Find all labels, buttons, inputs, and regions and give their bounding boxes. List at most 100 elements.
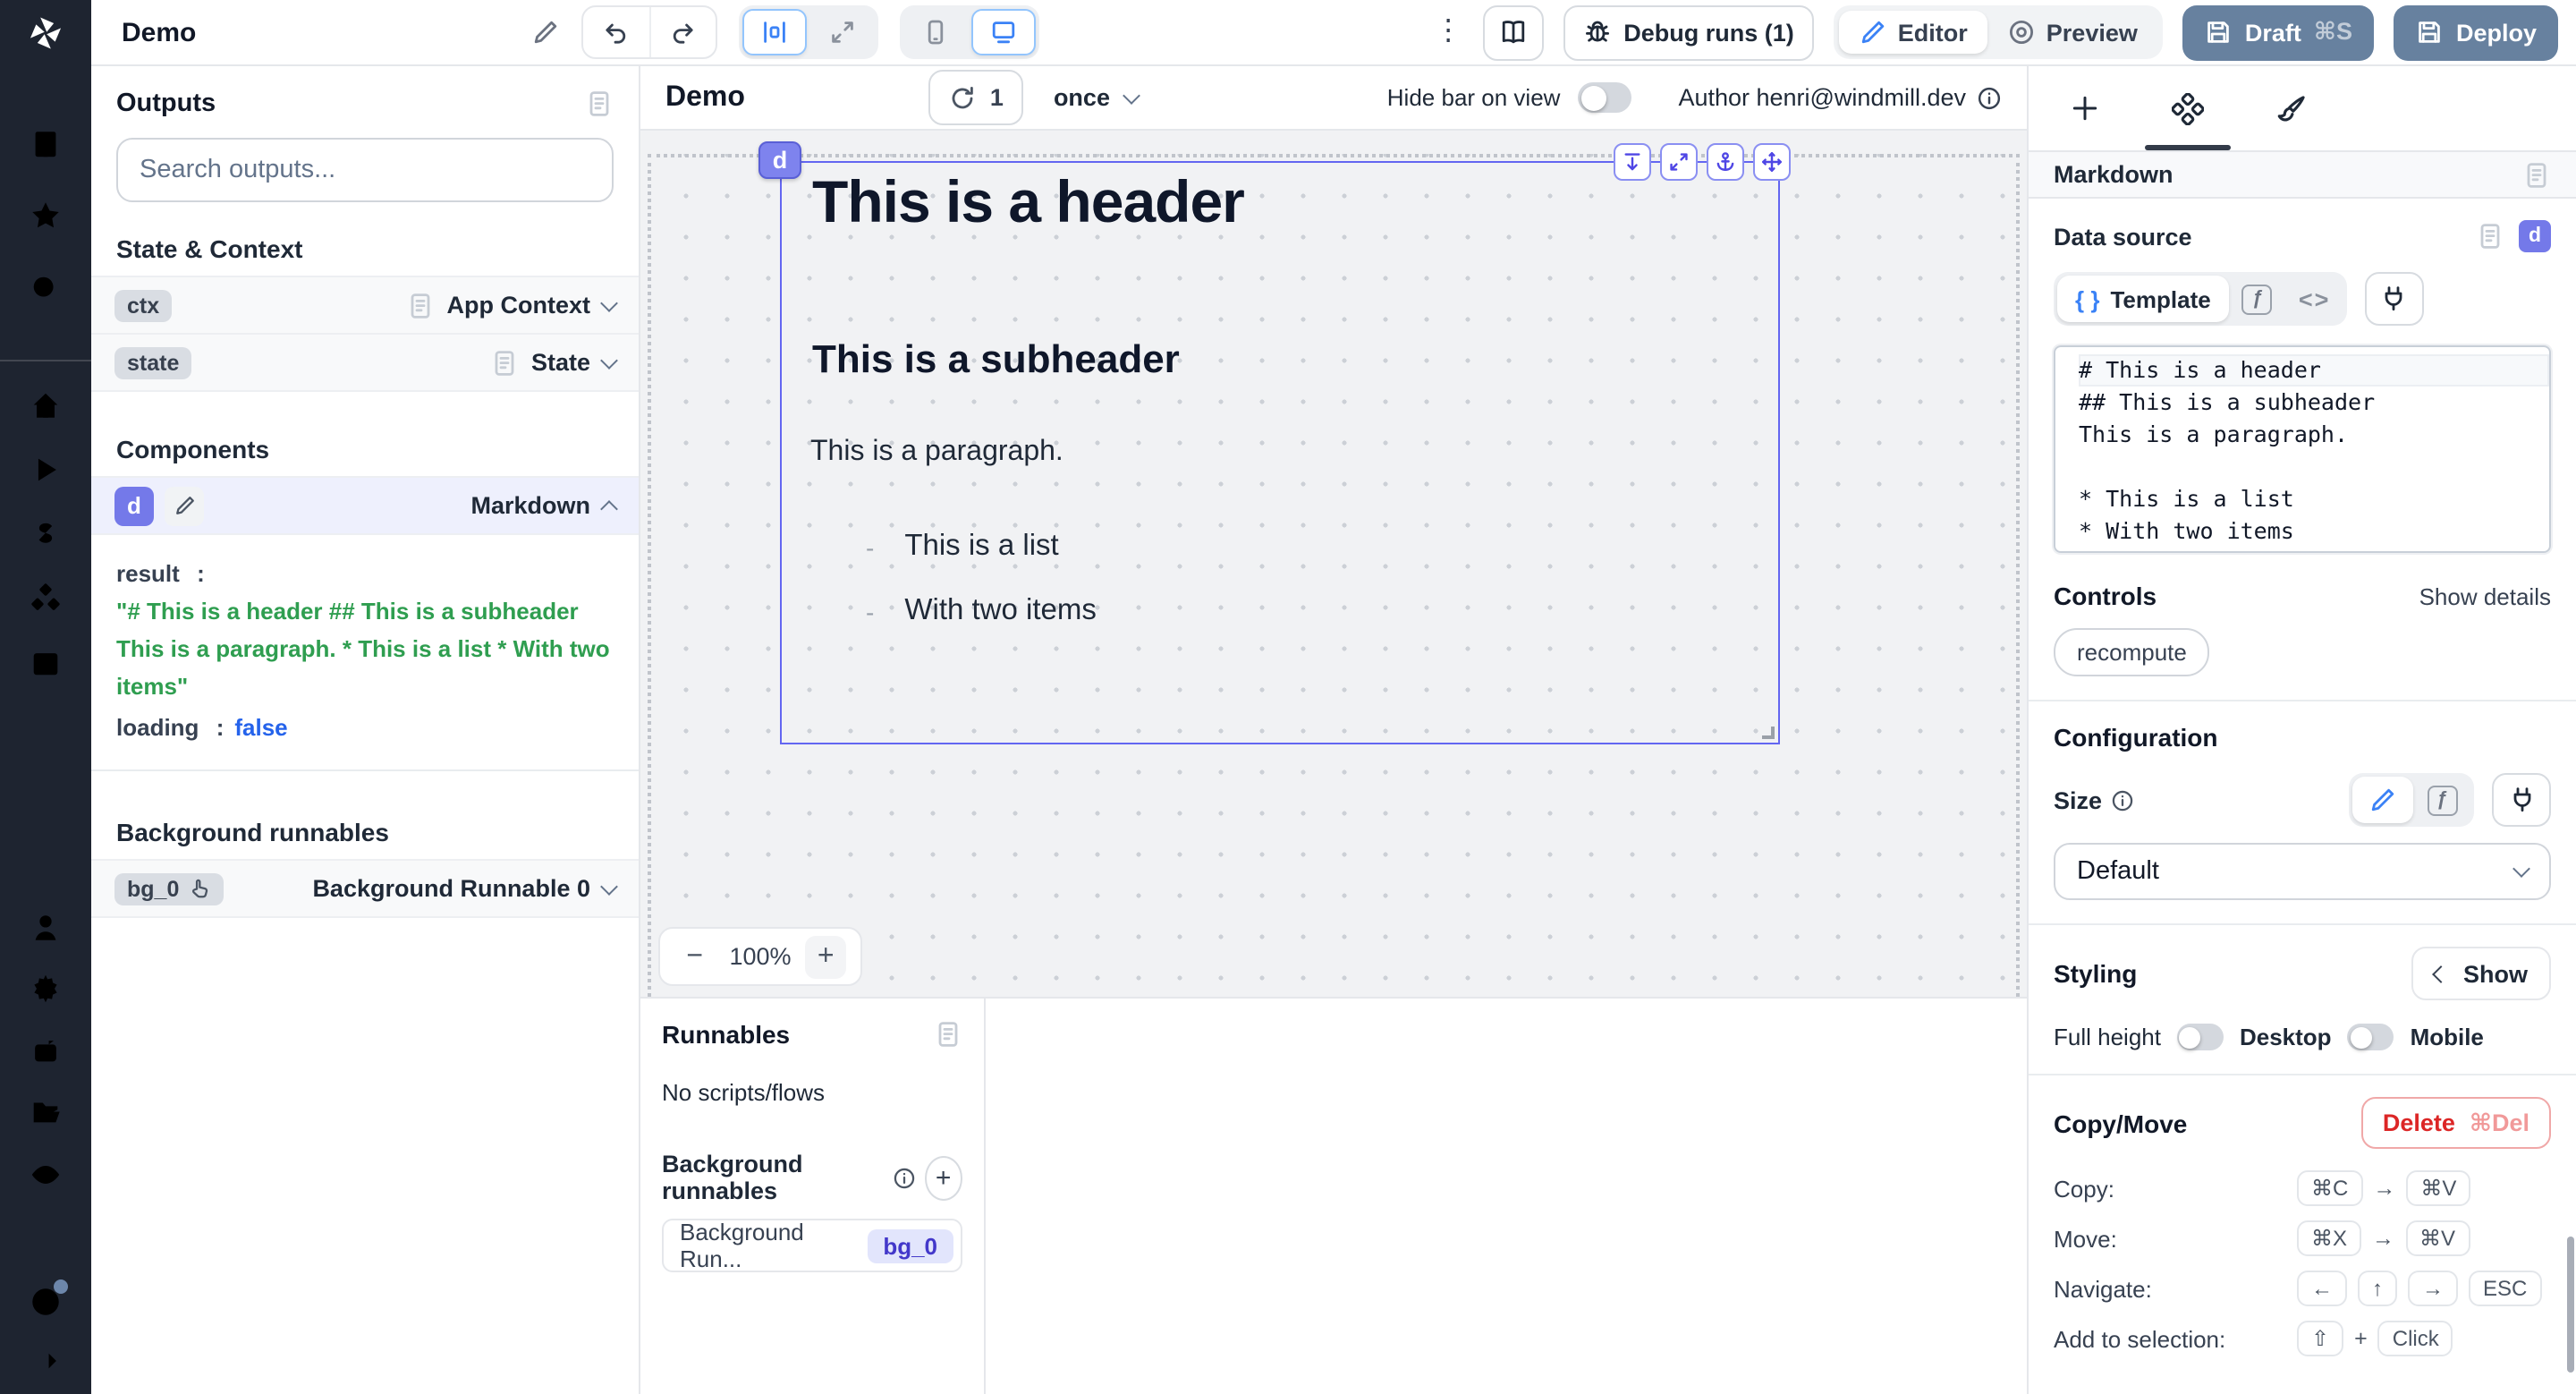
expand-rail-arrow-icon[interactable] <box>29 1344 63 1378</box>
audit-eye-icon[interactable] <box>29 1158 63 1192</box>
divider <box>2029 700 2576 701</box>
users-icon[interactable] <box>29 911 63 945</box>
home-icon[interactable] <box>29 388 63 422</box>
divider <box>2029 923 2576 925</box>
zoom-out-button[interactable]: − <box>674 935 715 978</box>
component-tag-badge[interactable]: d <box>758 141 801 179</box>
background-runnable-card[interactable]: Background Run... bg_0 <box>662 1219 962 1272</box>
markdown-component-selected[interactable]: d This is a header This is a subheader T… <box>780 161 1780 744</box>
settings-gear-icon[interactable] <box>29 972 63 1006</box>
full-height-toggle[interactable] <box>2177 1024 2224 1050</box>
recompute-button[interactable]: recompute <box>2054 628 2210 676</box>
tab-styling[interactable] <box>2240 66 2343 150</box>
runs-play-icon[interactable] <box>29 453 63 487</box>
schedule-dropdown[interactable]: once <box>1054 84 1139 111</box>
fullwidth-layout-button[interactable] <box>809 9 874 55</box>
debug-runs-button[interactable]: Debug runs (1) <box>1563 4 1814 60</box>
code-line[interactable]: * With two items <box>2079 515 2549 548</box>
favorites-star-icon[interactable] <box>29 199 63 233</box>
keycap: ESC <box>2469 1271 2541 1306</box>
tab-preview[interactable]: Preview <box>1987 11 2157 54</box>
resize-corner-handle[interactable] <box>1762 727 1775 739</box>
code-line[interactable]: This is a paragraph. <box>2079 419 2549 451</box>
loading-key[interactable]: loading <box>116 714 199 741</box>
deploy-button[interactable]: Deploy <box>2394 4 2558 60</box>
more-menu-icon[interactable]: ⋮ <box>1434 18 1462 47</box>
markdown-template-editor[interactable]: # This is a header ## This is a subheade… <box>2054 345 2551 553</box>
folders-icon[interactable] <box>29 1095 63 1129</box>
search-outputs-input[interactable] <box>116 138 614 202</box>
info-icon[interactable] <box>2111 788 2134 812</box>
workspace-icon[interactable] <box>29 127 63 161</box>
code-mode-button[interactable]: <> <box>2286 276 2343 322</box>
desktop-toggle[interactable] <box>2348 1024 2394 1050</box>
resources-cubes-icon[interactable] <box>29 582 63 616</box>
doc-icon[interactable] <box>2476 222 2504 251</box>
app-canvas[interactable]: d This is a header This is a subheader T… <box>640 131 2027 997</box>
centered-layout-button[interactable] <box>741 9 806 55</box>
docs-book-button[interactable] <box>1482 4 1543 60</box>
show-details-link[interactable]: Show details <box>2419 582 2551 609</box>
anchor-handle[interactable] <box>1707 143 1744 181</box>
size-select[interactable]: Default <box>2054 843 2551 900</box>
connect-plug-button[interactable] <box>2365 272 2424 326</box>
data-source-component-badge: d <box>2519 220 2551 252</box>
schedules-calendar-icon[interactable] <box>29 646 63 680</box>
edit-title-pencil-icon[interactable] <box>530 18 559 47</box>
tab-component-settings[interactable] <box>2136 66 2240 150</box>
code-line[interactable]: # This is a header <box>2079 354 2549 387</box>
output-row-ctx[interactable]: ctx App Context <box>91 276 639 335</box>
doc-icon[interactable] <box>934 1020 962 1049</box>
add-background-runnable-button[interactable]: + <box>924 1155 962 1200</box>
tab-editor[interactable]: Editor <box>1839 11 1987 54</box>
code-line[interactable]: * This is a list <box>2079 483 2549 515</box>
code-line[interactable] <box>2079 451 2549 483</box>
shortcut-row-copy: Copy: ⌘C → ⌘V <box>2054 1170 2551 1206</box>
component-row-d[interactable]: d Markdown <box>91 476 639 535</box>
tab-insert-component[interactable] <box>2032 66 2136 150</box>
move-handle[interactable] <box>1753 143 1791 181</box>
doc-icon[interactable] <box>585 89 614 118</box>
search-icon[interactable] <box>29 272 63 306</box>
expand-down-handle[interactable] <box>1614 143 1651 181</box>
output-row-state[interactable]: state State <box>91 333 639 392</box>
doc-icon[interactable] <box>2522 160 2551 189</box>
variables-dollar-icon[interactable] <box>29 517 63 551</box>
chevron-down-icon[interactable] <box>600 351 618 369</box>
edit-component-id-button[interactable] <box>165 486 204 525</box>
size-function-button[interactable]: ƒ <box>2413 777 2470 823</box>
windmill-logo-icon[interactable] <box>23 11 68 55</box>
size-static-button[interactable] <box>2352 777 2413 823</box>
refresh-count-button[interactable]: 1 <box>929 70 1023 125</box>
template-mode-button[interactable]: { } Template <box>2057 276 2229 322</box>
undo-button[interactable] <box>582 7 648 57</box>
redo-button[interactable] <box>648 7 715 57</box>
canvas-column: Demo 1 once Hide bar on view Author henr… <box>640 66 2027 1394</box>
function-mode-button[interactable]: ƒ <box>2229 276 2286 322</box>
refresh-icon <box>949 83 978 112</box>
chevron-down-icon[interactable] <box>600 293 618 311</box>
desktop-view-button[interactable] <box>970 9 1035 55</box>
workers-robot-icon[interactable] <box>29 1034 63 1068</box>
delete-component-button[interactable]: Delete ⌘Del <box>2361 1097 2551 1149</box>
markdown-list-item: - With two items <box>866 594 1097 628</box>
chevron-down-icon[interactable] <box>600 877 618 895</box>
info-icon[interactable] <box>892 1166 915 1189</box>
info-icon[interactable] <box>1977 85 2002 110</box>
output-row-bg0[interactable]: bg_0 Background Runnable 0 <box>91 859 639 918</box>
connect-plug-button[interactable] <box>2492 773 2551 827</box>
hide-bar-toggle[interactable] <box>1578 82 1631 113</box>
result-value[interactable]: "# This is a header ## This is a subhead… <box>116 592 614 705</box>
mobile-view-button[interactable] <box>902 9 967 55</box>
zoom-in-button[interactable]: + <box>806 935 846 978</box>
panel-scrollbar-thumb[interactable] <box>2567 1237 2574 1373</box>
maximize-handle[interactable] <box>1660 143 1698 181</box>
code-line[interactable]: ## This is a subheader <box>2079 387 2549 419</box>
draft-button[interactable]: Draft ⌘S <box>2182 4 2374 60</box>
preview-label: Preview <box>2046 19 2138 46</box>
help-icon[interactable] <box>29 1285 63 1319</box>
toolbar-right-cluster: ⋮ Debug runs (1) Editor Preview Draft <box>1434 4 2558 60</box>
styling-show-button[interactable]: Show <box>2411 947 2551 1000</box>
chevron-up-icon[interactable] <box>600 500 618 518</box>
result-key[interactable]: result <box>116 560 180 587</box>
